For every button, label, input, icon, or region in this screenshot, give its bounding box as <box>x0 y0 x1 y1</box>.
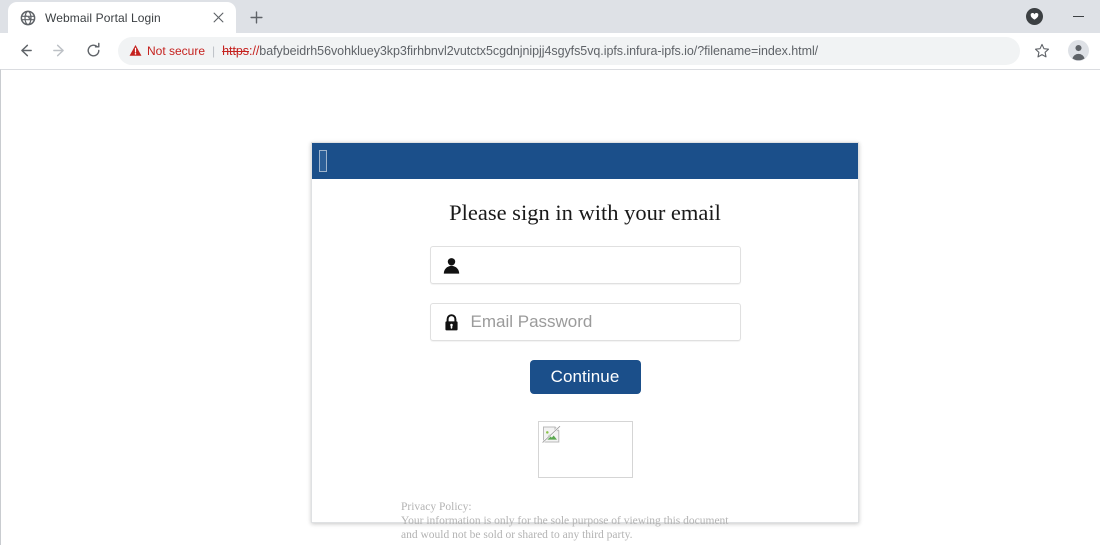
url-text: https://bafybeidrh56vohkluey3kp3firhbnvl… <box>222 44 1008 58</box>
close-icon[interactable] <box>209 9 227 27</box>
broken-image-placeholder-icon <box>319 150 327 172</box>
person-icon <box>442 256 461 275</box>
email-input[interactable] <box>470 255 730 275</box>
password-field[interactable] <box>429 303 741 341</box>
broken-image-icon <box>541 425 561 444</box>
login-card: Please sign in with your email Email Pas… <box>311 142 859 541</box>
privacy-heading: Privacy Policy: <box>401 501 472 513</box>
privacy-policy: Privacy Policy: Your information is only… <box>312 500 858 542</box>
warning-triangle-icon <box>129 44 142 57</box>
tab-strip: Webmail Portal Login <box>0 0 1100 33</box>
browser-tab[interactable]: Webmail Portal Login <box>8 2 236 33</box>
minimize-icon <box>1072 15 1084 18</box>
tab-title: Webmail Portal Login <box>45 10 161 25</box>
continue-button[interactable]: Continue <box>529 360 641 394</box>
window-controls <box>1012 0 1100 33</box>
avatar-icon[interactable] <box>1064 37 1092 65</box>
globe-icon <box>20 10 36 26</box>
privacy-line-2: and would not be sold or shared to any t… <box>401 529 633 542</box>
email-field[interactable] <box>429 246 741 284</box>
privacy-line-1: Your information is only for the sole pu… <box>401 515 729 528</box>
lock-icon <box>442 313 461 332</box>
broken-image-box <box>537 421 633 478</box>
forward-arrow-icon[interactable] <box>45 37 73 65</box>
url-scheme: https <box>222 43 250 58</box>
browser-window: Webmail Portal Login Not secure | https:… <box>0 0 1100 545</box>
new-tab-button[interactable] <box>242 3 270 31</box>
url-host-path: bafybeidrh56vohkluey3kp3firhbnvl2vutctx5… <box>259 43 819 58</box>
browser-toolbar: Not secure | https://bafybeidrh56vohklue… <box>0 33 1100 69</box>
password-input[interactable] <box>470 312 730 332</box>
star-icon[interactable] <box>1028 37 1056 65</box>
card-header-bar <box>312 143 858 179</box>
heart-circle-icon[interactable] <box>1012 0 1056 33</box>
page-title: Please sign in with your email <box>449 200 721 225</box>
security-status-text: Not secure <box>147 43 206 58</box>
omnibox-separator: | <box>212 43 216 58</box>
minimize-button[interactable] <box>1056 0 1100 33</box>
card-body: Please sign in with your email Email Pas… <box>312 179 858 542</box>
back-arrow-icon[interactable] <box>11 37 39 65</box>
reload-icon[interactable] <box>79 37 107 65</box>
address-bar[interactable]: Not secure | https://bafybeidrh56vohklue… <box>118 36 1020 65</box>
url-scheme-separator: :// <box>249 43 260 58</box>
page-viewport: Please sign in with your email Email Pas… <box>0 69 1100 545</box>
